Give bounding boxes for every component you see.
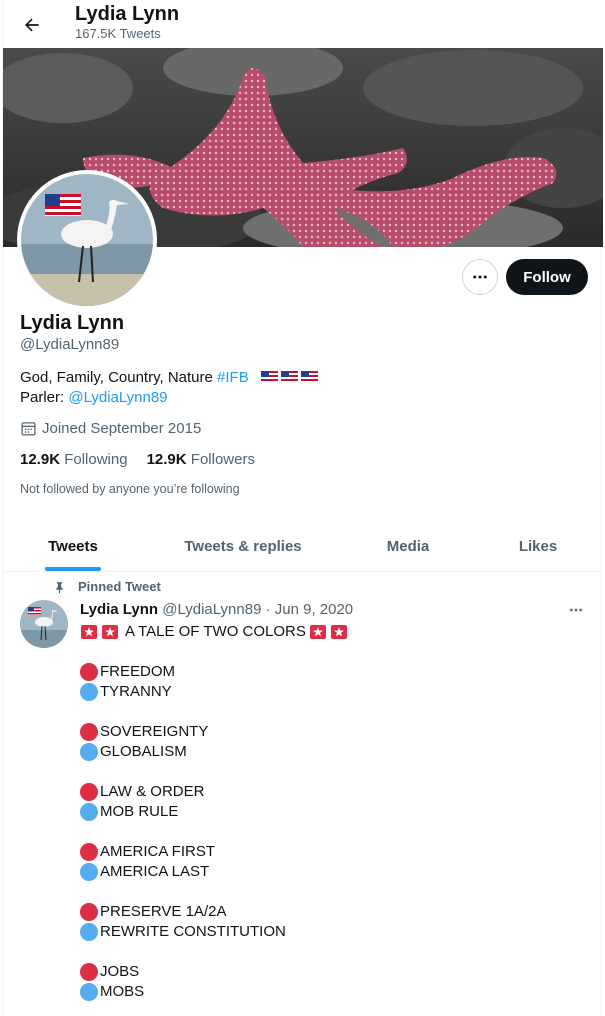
more-options-button[interactable]: [462, 259, 498, 295]
tab-tweets-and-replies[interactable]: Tweets & replies: [143, 520, 343, 572]
tweet-line-text: MOB RULE: [100, 803, 179, 820]
tweet-title: A TALE OF TWO COLORS: [125, 623, 306, 640]
tweet-line-red: JOBS: [80, 962, 580, 982]
red-circle-icon: [80, 903, 98, 921]
blue-circle-icon: [80, 743, 98, 761]
follow-button[interactable]: Follow: [506, 259, 588, 295]
siren-icon: [330, 625, 347, 639]
bio-text: God, Family, Country, Nature: [20, 369, 218, 386]
pinned-label: Pinned Tweet: [78, 579, 161, 594]
blue-circle-icon: [80, 803, 98, 821]
blue-circle-icon: [80, 683, 98, 701]
tweet-line-text: LAW & ORDER: [100, 783, 205, 800]
joined-date: Joined September 2015: [20, 420, 201, 437]
tweet-meta[interactable]: @LydiaLynn89 · Jun 9, 2020: [158, 601, 353, 618]
following-label: Following: [64, 451, 128, 468]
tweet-line-text: GLOBALISM: [100, 743, 187, 760]
red-circle-icon: [80, 843, 98, 861]
tweet-line-red: SOVEREIGNTY: [80, 722, 580, 742]
tweet-line-text: JOBS: [100, 963, 140, 980]
pinned-indicator: Pinned Tweet: [53, 579, 161, 594]
tweet-avatar[interactable]: [20, 600, 68, 648]
followers-label: Followers: [190, 451, 255, 468]
siren-icon: [309, 625, 326, 639]
arrow-left-icon: [25, 18, 39, 32]
us-flag-icon: [300, 371, 318, 383]
active-tab-indicator: [45, 567, 101, 571]
tweet-line-red: PRESERVE 1A/2A: [80, 902, 580, 922]
parler-handle-link[interactable]: @LydiaLynn89: [68, 389, 167, 406]
blue-circle-icon: [80, 863, 98, 881]
header-tweet-count: 167.5K Tweets: [75, 26, 161, 41]
profile-tabs: Tweets Tweets & replies Media Likes: [3, 520, 603, 572]
us-flag-icon: [45, 194, 81, 216]
tab-media[interactable]: Media: [343, 520, 473, 572]
tweet-line-text: REWRITE CONSTITUTION: [100, 923, 286, 940]
us-flag-icon: [260, 371, 278, 383]
siren-icon: [81, 625, 97, 639]
tweet-more-button[interactable]: [565, 600, 587, 620]
red-circle-icon: [80, 783, 98, 801]
tweet-line-blue: GLOBALISM: [80, 742, 580, 762]
blue-circle-icon: [80, 983, 98, 1001]
bio-hashtag-link[interactable]: #IFB: [217, 369, 249, 386]
red-circle-icon: [80, 963, 98, 981]
tweet-body: A TALE OF TWO COLORS FREEDOM TYRANNY SOV…: [80, 622, 580, 1002]
red-circle-icon: [80, 663, 98, 681]
tweet-line-blue: MOB RULE: [80, 802, 580, 822]
profile-page: Lydia Lynn 167.5K Tweets Follow Lydia Ly…: [2, 0, 603, 1016]
not-followed-note: Not followed by anyone you’re following: [20, 482, 240, 496]
more-horizontal-icon: [473, 275, 487, 279]
joined-text: Joined September 2015: [42, 420, 202, 437]
tweet-line-red: FREEDOM: [80, 662, 580, 682]
tweet-title-line: A TALE OF TWO COLORS: [80, 622, 580, 642]
tweet-author-name[interactable]: Lydia Lynn: [80, 601, 158, 618]
red-circle-icon: [80, 723, 98, 741]
header-name: Lydia Lynn: [75, 3, 180, 25]
tweet-line-text: TYRANNY: [100, 683, 172, 700]
tweet-line-red: LAW & ORDER: [80, 782, 580, 802]
follow-stats: 12.9K Following 12.9K Followers: [20, 451, 255, 468]
us-flag-icon: [280, 371, 298, 383]
calendar-icon: [21, 422, 36, 436]
tweet-line-blue: TYRANNY: [80, 682, 580, 702]
blue-circle-icon: [80, 923, 98, 941]
tweet-line-text: MOBS: [100, 983, 145, 1000]
tweet-line-blue: AMERICA LAST: [80, 862, 580, 882]
tweet-line-text: FREEDOM: [100, 663, 175, 680]
siren-icon: [102, 625, 118, 639]
pin-icon: [56, 581, 63, 593]
tweet-line-red: AMERICA FIRST: [80, 842, 580, 862]
followers-count: 12.9K: [146, 451, 187, 468]
tab-likes[interactable]: Likes: [473, 520, 603, 572]
profile-name: Lydia Lynn: [20, 312, 125, 334]
tweet-line-text: AMERICA LAST: [100, 863, 210, 880]
profile-avatar[interactable]: [17, 170, 157, 310]
following-count: 12.9K: [20, 451, 61, 468]
top-bar: Lydia Lynn 167.5K Tweets: [3, 0, 603, 48]
profile-handle: @LydiaLynn89: [20, 336, 120, 353]
tweet-header: Lydia Lynn @LydiaLynn89 · Jun 9, 2020: [80, 601, 353, 618]
more-horizontal-icon: [570, 608, 582, 612]
tweet-line-blue: MOBS: [80, 982, 580, 1002]
tweet-line-text: PRESERVE 1A/2A: [100, 903, 227, 920]
following-link[interactable]: 12.9K Following: [20, 451, 128, 468]
tweet-line-text: SOVEREIGNTY: [100, 723, 209, 740]
tweet-line-blue: REWRITE CONSTITUTION: [80, 922, 580, 942]
followers-link[interactable]: 12.9K Followers: [147, 451, 255, 468]
back-button[interactable]: [15, 8, 49, 42]
tab-tweets[interactable]: Tweets: [3, 520, 143, 572]
profile-bio: God, Family, Country, Nature #IFB Parler…: [20, 368, 318, 408]
tweet-line-text: AMERICA FIRST: [100, 843, 216, 860]
parler-label: Parler:: [20, 389, 69, 406]
